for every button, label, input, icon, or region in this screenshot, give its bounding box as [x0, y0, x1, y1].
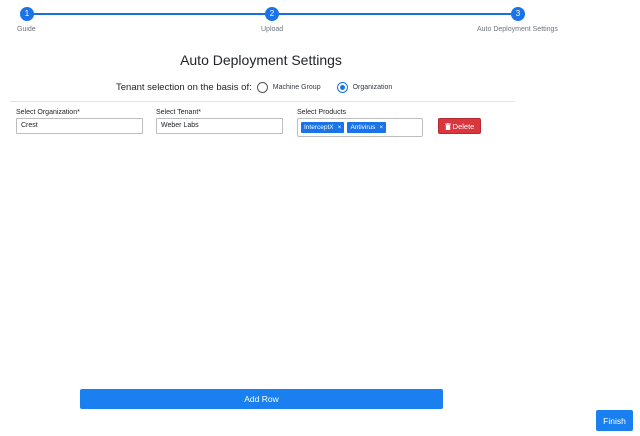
product-tag-label: Antivirus — [350, 124, 376, 131]
step-3-label: Auto Deployment Settings — [477, 26, 558, 33]
step-1-indicator[interactable]: 1 — [20, 7, 34, 21]
product-tag-interceptx: InterceptX × — [301, 122, 345, 133]
products-multiselect[interactable]: InterceptX × Antivirus × — [297, 118, 423, 137]
product-tag-label: InterceptX — [304, 124, 334, 131]
remove-tag-icon[interactable]: × — [379, 122, 383, 133]
organization-field[interactable]: Crest — [16, 118, 143, 134]
section-divider — [10, 101, 515, 102]
organization-radio-label[interactable]: Organization — [353, 84, 393, 91]
organization-radio[interactable] — [336, 81, 348, 93]
progress-stepper: 1 2 3 Guide Upload Auto Deployment Setti… — [0, 0, 640, 40]
organization-label: Select Organization* — [16, 109, 80, 116]
delete-button-label: Delete — [452, 121, 475, 131]
add-row-button[interactable]: Add Row — [80, 389, 443, 409]
tenant-label: Select Tenant* — [156, 109, 202, 116]
finish-button[interactable]: Finish — [596, 410, 633, 431]
stepper-line-2 — [278, 13, 511, 15]
product-tag-antivirus: Antivirus × — [347, 122, 387, 133]
tenant-field[interactable]: Weber Labs — [156, 118, 283, 134]
trash-icon — [444, 122, 451, 130]
tenant-selection-label: Tenant selection on the basis of: — [116, 81, 252, 93]
step-3-indicator[interactable]: 3 — [511, 7, 525, 21]
remove-tag-icon[interactable]: × — [338, 122, 342, 133]
machine-group-radio-label[interactable]: Machine Group — [273, 84, 321, 91]
delete-row-button[interactable]: Delete — [438, 118, 481, 134]
step-1-label: Guide — [17, 26, 36, 33]
products-label: Select Products — [297, 109, 347, 116]
step-2-label: Upload — [261, 26, 284, 33]
tenant-selection-group: Tenant selection on the basis of: Machin… — [116, 80, 408, 94]
add-row-label: Add Row — [244, 394, 279, 404]
stepper-line-1 — [33, 13, 265, 15]
machine-group-radio[interactable] — [256, 81, 268, 93]
step-2-indicator[interactable]: 2 — [265, 7, 279, 21]
page-title: Auto Deployment Settings — [180, 52, 342, 68]
finish-label: Finish — [603, 415, 626, 426]
